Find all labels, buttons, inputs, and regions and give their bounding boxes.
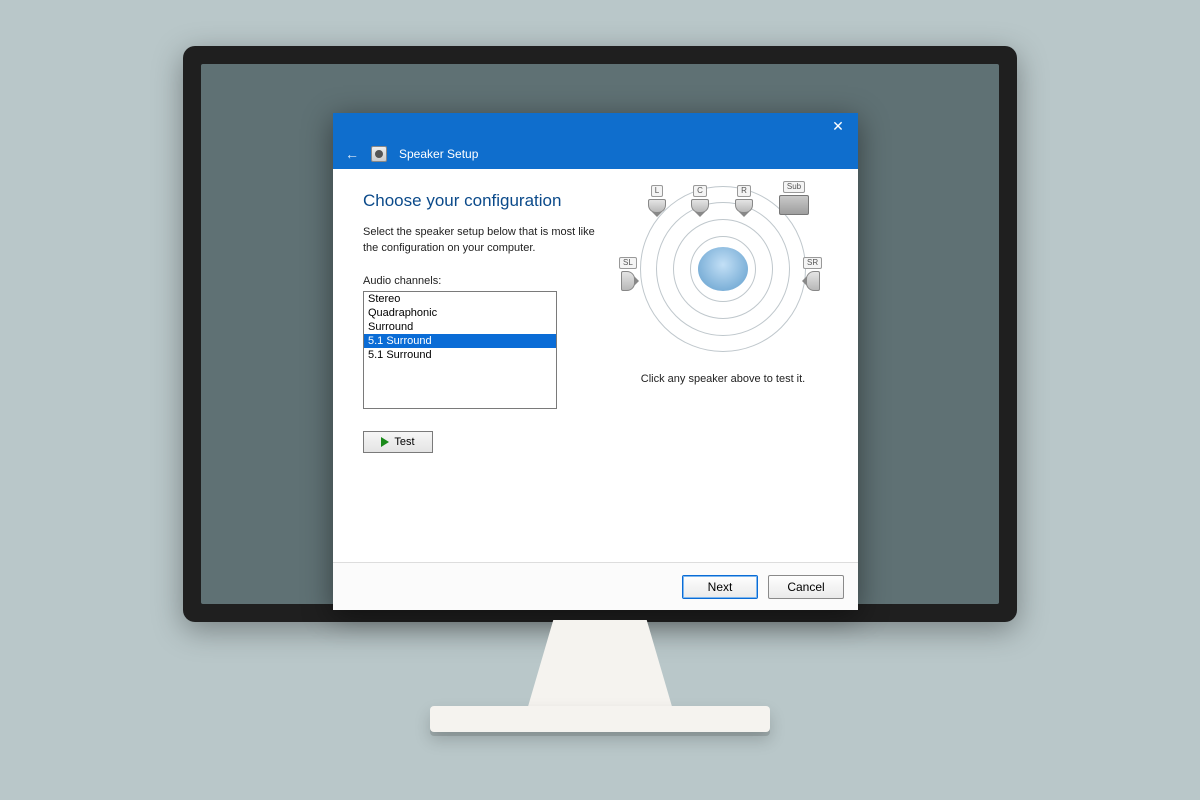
diagram-hint: Click any speaker above to test it. bbox=[641, 373, 805, 385]
subwoofer-icon bbox=[779, 195, 809, 215]
speaker-left[interactable]: L bbox=[648, 185, 666, 213]
audio-channels-listbox[interactable]: Stereo Quadraphonic Surround 5.1 Surroun… bbox=[363, 291, 557, 409]
back-icon[interactable]: ← bbox=[345, 146, 359, 162]
window-title: Speaker Setup bbox=[399, 147, 478, 161]
list-item[interactable]: 5.1 Surround bbox=[364, 348, 556, 362]
speaker-right[interactable]: R bbox=[735, 185, 753, 213]
list-item[interactable]: 5.1 Surround bbox=[364, 334, 556, 348]
close-button[interactable]: ✕ bbox=[818, 113, 858, 139]
speaker-icon bbox=[691, 199, 709, 213]
monitor-stand-neck bbox=[527, 620, 673, 710]
monitor-frame: ✕ ← Speaker Setup Choose your configurat… bbox=[183, 46, 1017, 622]
speaker-app-icon bbox=[371, 146, 387, 162]
speaker-label: L bbox=[651, 185, 663, 197]
titlebar: ✕ bbox=[333, 113, 858, 139]
speaker-icon bbox=[648, 199, 666, 213]
play-icon bbox=[381, 437, 389, 447]
next-button[interactable]: Next bbox=[682, 575, 758, 599]
speaker-label: Sub bbox=[783, 181, 805, 193]
speaker-setup-dialog: ✕ ← Speaker Setup Choose your configurat… bbox=[333, 113, 858, 610]
speaker-label: C bbox=[693, 185, 707, 197]
speaker-sub[interactable]: Sub bbox=[779, 181, 809, 215]
speaker-center[interactable]: C bbox=[691, 185, 709, 213]
speaker-surround-left[interactable]: SL bbox=[619, 257, 637, 291]
speaker-icon bbox=[735, 199, 753, 213]
close-icon: ✕ bbox=[832, 118, 844, 135]
speaker-surround-right[interactable]: SR bbox=[803, 257, 822, 291]
speaker-label: R bbox=[737, 185, 751, 197]
page-heading: Choose your configuration bbox=[363, 191, 600, 211]
speaker-label: SL bbox=[619, 257, 637, 269]
listener-icon bbox=[698, 247, 748, 291]
cancel-button[interactable]: Cancel bbox=[768, 575, 844, 599]
list-item[interactable]: Stereo bbox=[364, 292, 556, 306]
screen-area: ✕ ← Speaker Setup Choose your configurat… bbox=[201, 64, 999, 604]
speaker-icon bbox=[621, 271, 635, 291]
test-button[interactable]: Test bbox=[363, 431, 433, 453]
dialog-header: ← Speaker Setup bbox=[333, 139, 858, 169]
test-button-label: Test bbox=[394, 436, 414, 448]
speaker-diagram: L C R Sub bbox=[623, 191, 823, 351]
left-column: Choose your configuration Select the spe… bbox=[363, 191, 600, 546]
list-item[interactable]: Surround bbox=[364, 320, 556, 334]
speaker-icon bbox=[806, 271, 820, 291]
audio-channels-label: Audio channels: bbox=[363, 275, 600, 287]
right-column: L C R Sub bbox=[618, 191, 828, 546]
list-item[interactable]: Quadraphonic bbox=[364, 306, 556, 320]
page-description: Select the speaker setup below that is m… bbox=[363, 225, 600, 257]
speaker-label: SR bbox=[803, 257, 822, 269]
dialog-footer: Next Cancel bbox=[333, 562, 858, 610]
monitor-stand-base bbox=[430, 706, 770, 732]
dialog-body: Choose your configuration Select the spe… bbox=[333, 169, 858, 562]
